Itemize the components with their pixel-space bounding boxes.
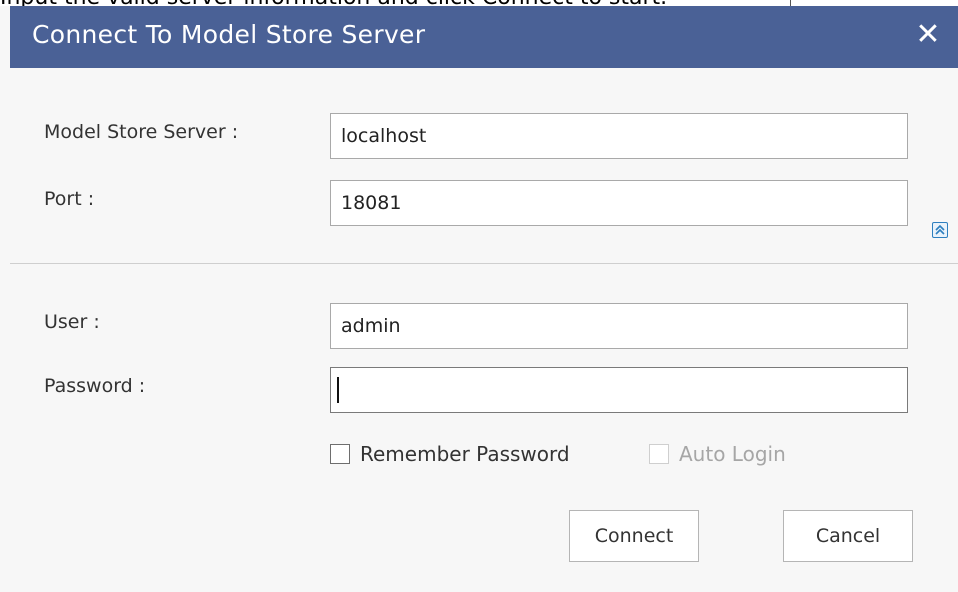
password-label: Password : [44, 375, 146, 397]
auto-login-option[interactable]: Auto Login [649, 442, 786, 466]
remember-password-option[interactable]: Remember Password [330, 442, 570, 466]
remember-password-label: Remember Password [360, 442, 570, 466]
dialog-titlebar[interactable]: Connect To Model Store Server ✕ [10, 6, 958, 68]
close-icon[interactable]: ✕ [912, 18, 944, 52]
port-input[interactable] [330, 180, 908, 226]
collapse-section-icon[interactable] [932, 222, 948, 238]
user-label: User : [44, 311, 100, 333]
connect-dialog: Connect To Model Store Server ✕ Model St… [0, 6, 958, 592]
page: Input the valid server information and c… [0, 0, 958, 592]
dialog-title: Connect To Model Store Server [32, 20, 426, 49]
cancel-button[interactable]: Cancel [783, 510, 913, 562]
section-divider [10, 263, 958, 264]
user-input[interactable] [330, 303, 908, 349]
dialog-body: Model Store Server : Port : User : Passw… [10, 68, 958, 592]
port-label: Port : [44, 188, 95, 210]
text-caret [337, 377, 339, 403]
remember-password-checkbox[interactable] [330, 444, 350, 464]
server-input[interactable] [330, 113, 908, 159]
connect-button[interactable]: Connect [569, 510, 699, 562]
auto-login-label: Auto Login [679, 442, 786, 466]
server-label: Model Store Server : [44, 121, 239, 143]
password-input[interactable] [330, 367, 908, 413]
auto-login-checkbox[interactable] [649, 444, 669, 464]
